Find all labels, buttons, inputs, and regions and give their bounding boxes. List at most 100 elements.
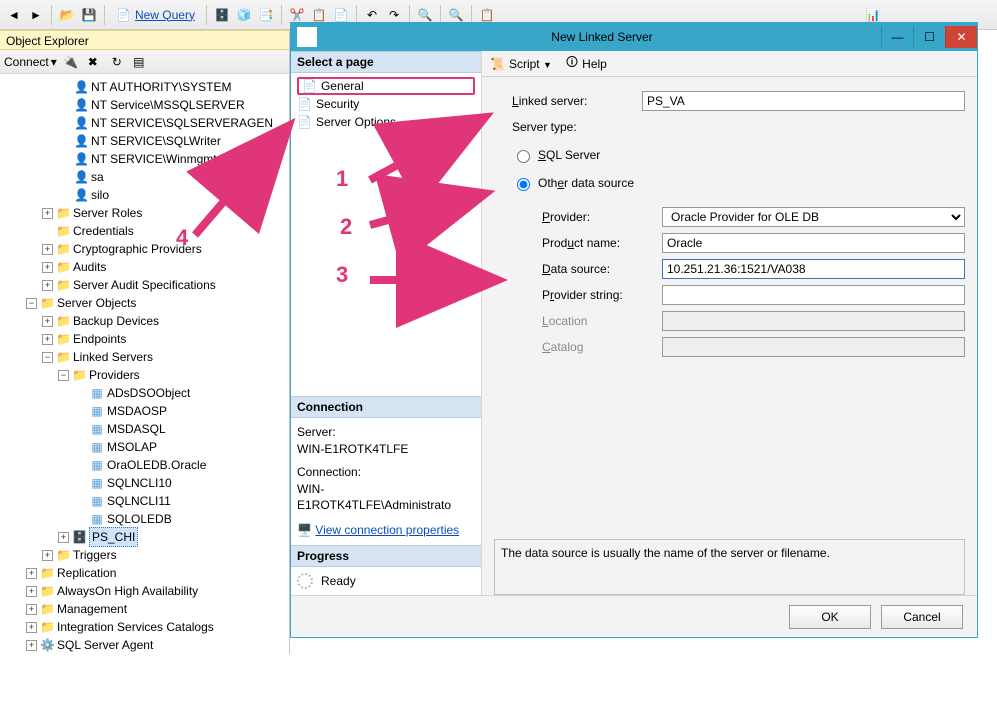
expand-toggle[interactable]: +	[58, 532, 69, 543]
object-explorer-tree[interactable]: 👤NT AUTHORITY\SYSTEM 👤NT Service\MSSQLSE…	[0, 74, 289, 714]
filter-icon[interactable]: ▤	[129, 52, 149, 72]
tree-item[interactable]: Credentials	[73, 222, 134, 240]
expand-toggle[interactable]: +	[42, 208, 53, 219]
tree-item[interactable]: ADsDSOObject	[107, 384, 190, 402]
radio-sql-server[interactable]: SQL Server	[512, 147, 600, 163]
tree-item[interactable]: Server Roles	[73, 204, 142, 222]
expand-toggle[interactable]: +	[42, 316, 53, 327]
expand-toggle[interactable]: +	[42, 550, 53, 561]
view-connection-properties-link[interactable]: View connection properties	[315, 523, 459, 537]
expand-toggle[interactable]: +	[42, 244, 53, 255]
provider-string-input[interactable]	[662, 285, 965, 305]
expand-toggle[interactable]: +	[42, 280, 53, 291]
tree-item[interactable]: Management	[57, 600, 127, 618]
tree-item[interactable]: sa	[91, 168, 104, 186]
refresh-icon[interactable]: ↻	[107, 52, 127, 72]
connection-header: Connection	[291, 396, 481, 418]
product-name-label: Product name:	[542, 236, 662, 250]
maximize-button[interactable]: ☐	[913, 26, 945, 48]
object-explorer-title: Object Explorer	[0, 30, 289, 50]
folder-icon: 📁	[40, 564, 54, 582]
tree-item[interactable]: Providers	[89, 366, 140, 384]
help-button[interactable]: Help	[582, 57, 607, 71]
page-general[interactable]: 📄General	[297, 77, 475, 95]
tree-item[interactable]: Server Objects	[57, 294, 136, 312]
connect-label: Connect	[4, 55, 49, 69]
radio-other-data-source[interactable]: Other data source	[512, 175, 634, 191]
tree-item[interactable]: Backup Devices	[73, 312, 159, 330]
data-source-input[interactable]	[662, 259, 965, 279]
ok-button[interactable]: OK	[789, 605, 871, 629]
tree-item[interactable]: Triggers	[73, 546, 117, 564]
expand-toggle[interactable]: +	[26, 586, 37, 597]
location-input	[662, 311, 965, 331]
db-icon[interactable]: 🗄️	[212, 5, 232, 25]
minimize-button[interactable]: —	[881, 26, 913, 48]
expand-toggle[interactable]: −	[26, 298, 37, 309]
new-query-button[interactable]: 📄 New Query	[110, 8, 201, 22]
provider-label: Provider:	[542, 210, 662, 224]
expand-toggle[interactable]: +	[26, 604, 37, 615]
tree-item[interactable]: SQLNCLI10	[107, 474, 172, 492]
page-label: Security	[316, 97, 359, 111]
connect-dropdown[interactable]: Connect ▾	[4, 55, 57, 69]
tree-item[interactable]: Audits	[73, 258, 106, 276]
provider-select[interactable]: Oracle Provider for OLE DB	[662, 207, 965, 227]
tree-item[interactable]: Cryptographic Providers	[73, 240, 202, 258]
user-icon: 👤	[74, 96, 88, 114]
save-icon[interactable]: 💾	[79, 5, 99, 25]
folder-icon: 📁	[56, 240, 70, 258]
tree-item[interactable]: Endpoints	[73, 330, 126, 348]
tree-item[interactable]: NT AUTHORITY\SYSTEM	[91, 78, 231, 96]
tree-item[interactable]: OraOLEDB.Oracle	[107, 456, 206, 474]
open-icon[interactable]: 📂	[57, 5, 77, 25]
expand-toggle[interactable]: −	[58, 370, 69, 381]
progress-box: Ready	[291, 567, 481, 595]
connect-icon[interactable]: 🔌	[61, 52, 81, 72]
tree-item[interactable]: silo	[91, 186, 109, 204]
provider-icon: ▦	[90, 420, 104, 438]
tree-item[interactable]: NT Service\MSSQLSERVER	[91, 96, 245, 114]
page-security[interactable]: 📄Security	[297, 95, 475, 113]
disconnect-icon[interactable]: ✖	[83, 52, 103, 72]
expand-toggle[interactable]: −	[42, 352, 53, 363]
new-linked-server-dialog: New Linked Server — ☐ ✕ Select a page 📄G…	[290, 22, 978, 638]
catalog-input	[662, 337, 965, 357]
tree-item[interactable]: Linked Servers	[73, 348, 153, 366]
tree-item[interactable]: SQL Server Agent	[57, 636, 153, 654]
tree-item[interactable]: SQLNCLI11	[107, 492, 171, 510]
report-icon[interactable]: 📑	[256, 5, 276, 25]
expand-toggle[interactable]: +	[26, 568, 37, 579]
product-name-input[interactable]	[662, 233, 965, 253]
linked-server-input[interactable]	[642, 91, 965, 111]
close-button[interactable]: ✕	[945, 26, 977, 48]
user-icon: 👤	[74, 150, 88, 168]
user-icon: 👤	[74, 132, 88, 150]
tree-item[interactable]: SQLOLEDB	[107, 510, 172, 528]
cancel-button[interactable]: Cancel	[881, 605, 963, 629]
nav-back-icon[interactable]: ◄	[4, 5, 24, 25]
page-server-options[interactable]: 📄Server Options	[297, 113, 475, 131]
expand-toggle[interactable]: +	[42, 262, 53, 273]
tree-item[interactable]: Integration Services Catalogs	[57, 618, 214, 636]
tree-item[interactable]: MSOLAP	[107, 438, 157, 456]
cube-icon[interactable]: 🧊	[234, 5, 254, 25]
tree-item[interactable]: NT SERVICE\SQLSERVERAGEN	[91, 114, 273, 132]
tree-item-selected[interactable]: PS_CHI	[89, 527, 138, 547]
tree-item[interactable]: NT SERVICE\Winmgmt	[91, 150, 217, 168]
dialog-titlebar[interactable]: New Linked Server — ☐ ✕	[291, 23, 977, 51]
folder-icon: 📁	[40, 294, 54, 312]
expand-toggle[interactable]: +	[42, 334, 53, 345]
tree-item[interactable]: Replication	[57, 564, 116, 582]
tree-item[interactable]: AlwaysOn High Availability	[57, 582, 198, 600]
script-dropdown[interactable]: Script ▼	[509, 57, 552, 71]
tree-item[interactable]: NT SERVICE\SQLWriter	[91, 132, 221, 150]
expand-toggle[interactable]: +	[26, 640, 37, 651]
dialog-icon	[297, 27, 317, 47]
tree-item[interactable]: Server Audit Specifications	[73, 276, 216, 294]
expand-toggle[interactable]: +	[26, 622, 37, 633]
tree-item[interactable]: MSDASQL	[107, 420, 166, 438]
provider-icon: ▦	[90, 456, 104, 474]
tree-item[interactable]: MSDAOSP	[107, 402, 167, 420]
nav-fwd-icon[interactable]: ►	[26, 5, 46, 25]
